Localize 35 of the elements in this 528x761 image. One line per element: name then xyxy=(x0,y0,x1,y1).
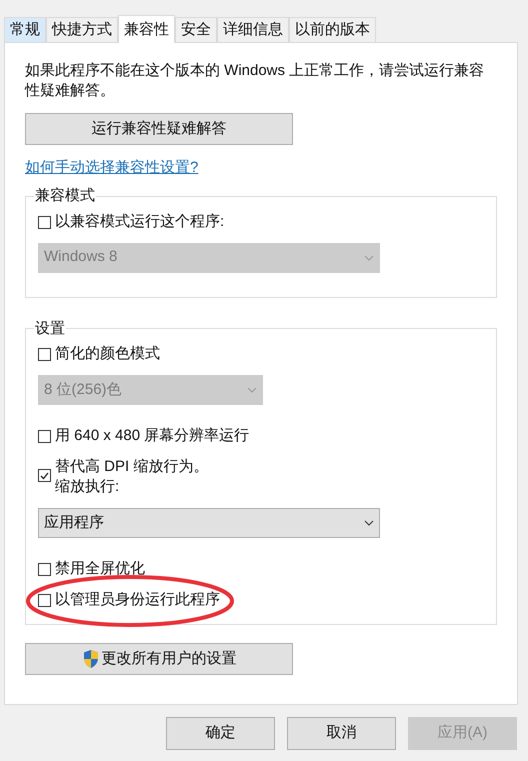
checkbox[interactable] xyxy=(38,563,51,576)
chevron-down-icon xyxy=(247,387,257,393)
checkbox-label[interactable]: 以兼容模式运行这个程序: xyxy=(55,212,224,232)
tab[interactable]: 常规 xyxy=(4,17,46,42)
checkbox-label[interactable]: 禁用全屏优化 xyxy=(55,559,145,579)
tab[interactable]: 兼容性 xyxy=(118,15,175,43)
chevron-down-icon xyxy=(364,520,374,526)
checkbox[interactable] xyxy=(38,216,51,228)
dropdown[interactable]: 应用程序 xyxy=(38,508,380,538)
checkbox-label[interactable]: 简化的颜色模式 xyxy=(55,344,160,364)
tab[interactable]: 详细信息 xyxy=(217,17,289,42)
shield-icon xyxy=(82,649,100,669)
dropdown-value: Windows 8 xyxy=(44,247,118,268)
tab[interactable]: 安全 xyxy=(175,17,217,42)
checkbox[interactable] xyxy=(38,469,51,482)
dialog-button[interactable]: 确定 xyxy=(166,717,275,750)
checkbox-label[interactable]: 用 640 x 480 屏幕分辨率运行 xyxy=(55,426,250,446)
tab[interactable]: 快捷方式 xyxy=(46,17,118,42)
group-title: 兼容模式 xyxy=(34,186,96,206)
dropdown-value: 8 位(256)色 xyxy=(44,380,122,400)
checkmark-icon xyxy=(40,472,49,480)
checkbox[interactable] xyxy=(38,430,51,443)
description-text: 如果此程序不能在这个版本的 Windows 上正常工作，请尝试运行兼容性疑难解答。 xyxy=(25,61,486,101)
checkbox[interactable] xyxy=(38,348,51,361)
troubleshoot-button[interactable]: 运行兼容性疑难解答 xyxy=(25,113,293,145)
help-link[interactable]: 如何手动选择兼容性设置? xyxy=(25,159,198,176)
checkbox-label[interactable]: 替代高 DPI 缩放行为。 xyxy=(55,457,208,477)
checkbox[interactable] xyxy=(38,594,51,607)
checkbox-sublabel: 缩放执行: xyxy=(55,477,120,497)
dialog-button[interactable]: 取消 xyxy=(287,717,396,750)
chevron-down-icon xyxy=(364,254,374,260)
dropdown-value: 应用程序 xyxy=(44,512,104,533)
group-title: 设置 xyxy=(34,318,66,338)
tab[interactable]: 以前的版本 xyxy=(289,17,376,42)
change-all-users-button[interactable]: 更改所有用户的设置 xyxy=(25,643,293,675)
